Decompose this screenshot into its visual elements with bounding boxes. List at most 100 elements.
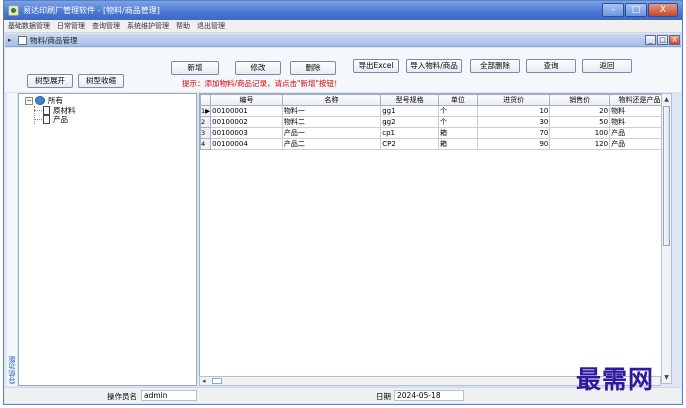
table-row[interactable]: 3 00100003 产品一 cp1 箱 70 100 产品 [200, 127, 670, 139]
child-arrow-icon: ▸ [8, 36, 12, 44]
document-icon [43, 115, 50, 124]
collapse-tree-button[interactable]: 树型收缩 [78, 74, 124, 88]
operator-label: 操作员名 [107, 392, 137, 401]
export-excel-button[interactable]: 导出Excel [353, 59, 399, 73]
child-restore-button[interactable]: □ [657, 35, 668, 45]
cell-spec[interactable]: gg1 [380, 105, 439, 117]
cell-sell-price[interactable]: 20 [549, 105, 611, 117]
query-button[interactable]: 查询 [526, 59, 576, 73]
cell-buy-price[interactable]: 30 [476, 116, 551, 128]
row-header[interactable]: 2 [200, 116, 212, 128]
document-icon [18, 35, 27, 45]
child-caption-buttons: _ □ X [645, 35, 680, 45]
child-window-title: 物料/商品管理 [30, 35, 78, 45]
cell-buy-price[interactable]: 90 [476, 138, 551, 150]
menu-system[interactable]: 系统维护管理 [127, 21, 169, 31]
edit-button[interactable]: 修改 [235, 61, 281, 75]
child-minimize-button[interactable]: _ [645, 35, 656, 45]
menu-basic-data[interactable]: 基础数据管理 [8, 21, 50, 31]
cell-sell-price[interactable]: 120 [549, 138, 611, 150]
cell-code[interactable]: 00100001 [210, 105, 283, 117]
column-header-spec[interactable]: 型号规格 [380, 94, 439, 106]
watermark-logo: 最需网 [576, 365, 655, 394]
maximize-button[interactable]: □ [625, 3, 647, 17]
folder-icon [35, 96, 45, 105]
operator-value: admin [141, 390, 197, 401]
cell-unit[interactable]: 箱 [438, 127, 478, 139]
cell-unit[interactable]: 个 [438, 105, 478, 117]
scroll-thumb[interactable] [212, 378, 222, 384]
cell-name[interactable]: 产品一 [281, 127, 382, 139]
row-header[interactable]: 4 [200, 138, 212, 150]
tree-node-label: 产品 [53, 115, 68, 124]
cell-unit[interactable]: 个 [438, 116, 478, 128]
toolbar: 树型展开 树型收缩 新增 修改 删除 导出Excel 导入物料/商品 全部删除 … [5, 48, 681, 92]
scroll-up-icon[interactable]: ▲ [663, 95, 670, 104]
cell-buy-price[interactable]: 10 [476, 105, 551, 117]
menu-bar: 基础数据管理 日常管理 查询管理 系统维护管理 帮助 退出管理 [4, 20, 682, 33]
tree-connector-line [34, 110, 42, 111]
scroll-left-icon[interactable]: ◂ [202, 377, 206, 385]
back-button[interactable]: 返回 [582, 59, 632, 73]
import-button[interactable]: 导入物料/商品 [406, 59, 462, 73]
grid-table: 编号 名称 型号规格 单位 进货价 销售价 物料还是产品 1▶ 00100001… [200, 94, 670, 150]
cell-code[interactable]: 00100002 [210, 116, 283, 128]
menu-exit[interactable]: 退出管理 [197, 21, 225, 31]
column-header-buy-price[interactable]: 进货价 [476, 94, 551, 106]
cell-code[interactable]: 00100003 [210, 127, 283, 139]
vertical-scrollbar[interactable]: ▲ ▼ [661, 93, 672, 384]
data-grid[interactable]: 编号 名称 型号规格 单位 进货价 销售价 物料还是产品 1▶ 00100001… [199, 93, 671, 384]
column-header-sell-price[interactable]: 销售价 [549, 94, 611, 106]
date-label: 日期 [376, 392, 391, 401]
delete-all-button[interactable]: 全部删除 [470, 59, 520, 73]
caption-buttons: – □ X [602, 3, 678, 17]
title-bar: 易达印刷厂管理软件 - [物料/商品管理] – □ X [4, 1, 682, 20]
column-header-name[interactable]: 名称 [281, 94, 382, 106]
menu-daily[interactable]: 日常管理 [57, 21, 85, 31]
cell-sell-price[interactable]: 100 [549, 127, 611, 139]
category-tree[interactable]: − 所有 原材料 产品 [18, 93, 197, 386]
row-header[interactable]: 1▶ [200, 105, 212, 117]
main-window: 易达印刷厂管理软件 - [物料/商品管理] – □ X 基础数据管理 日常管理 … [3, 0, 683, 405]
cell-spec[interactable]: gg2 [380, 116, 439, 128]
grid-header-row: 编号 名称 型号规格 单位 进货价 销售价 物料还是产品 [200, 94, 670, 106]
expand-tree-button[interactable]: 树型展开 [27, 74, 73, 88]
scroll-thumb[interactable] [663, 106, 670, 246]
cell-spec[interactable]: CP2 [380, 138, 439, 150]
date-value: 2024-05-18 [394, 390, 464, 401]
current-row-icon: ▶ [205, 107, 211, 115]
child-close-button[interactable]: X [669, 35, 680, 45]
window-title: 易达印刷厂管理软件 - [物料/商品管理] [23, 6, 160, 15]
side-tab-label: 导航功能 [8, 356, 16, 384]
tree-node-product[interactable]: 产品 [43, 114, 68, 125]
cell-code[interactable]: 00100004 [210, 138, 283, 150]
table-row[interactable]: 1▶ 00100001 物料一 gg1 个 10 20 物料 [200, 105, 670, 117]
cell-spec[interactable]: cp1 [380, 127, 439, 139]
menu-help[interactable]: 帮助 [176, 21, 190, 31]
table-row[interactable]: 2 00100002 物料二 gg2 个 30 50 物料 [200, 116, 670, 128]
tree-connector-line [34, 106, 35, 124]
menu-query[interactable]: 查询管理 [92, 21, 120, 31]
row-header[interactable]: 3 [200, 127, 212, 139]
column-header-unit[interactable]: 单位 [438, 94, 478, 106]
tree-connector-line [34, 119, 42, 120]
app-icon [8, 5, 19, 16]
delete-button[interactable]: 删除 [290, 61, 336, 75]
side-tab[interactable]: 导航功能 [7, 93, 17, 386]
cell-unit[interactable]: 箱 [438, 138, 478, 150]
cell-buy-price[interactable]: 70 [476, 127, 551, 139]
cell-name[interactable]: 物料二 [281, 116, 382, 128]
cell-name[interactable]: 物料一 [281, 105, 382, 117]
cell-name[interactable]: 产品二 [281, 138, 382, 150]
new-button[interactable]: 新增 [171, 61, 219, 75]
scroll-down-icon[interactable]: ▼ [663, 373, 670, 382]
row-header-corner [200, 94, 212, 106]
cell-sell-price[interactable]: 50 [549, 116, 611, 128]
child-window-bar: ▸ 物料/商品管理 _ □ X [5, 34, 681, 47]
hint-text: 提示：添加物料/商品记录，请点击"新增"按钮！ [182, 79, 342, 88]
close-button[interactable]: X [648, 3, 678, 17]
table-row[interactable]: 4 00100004 产品二 CP2 箱 90 120 产品 [200, 138, 670, 150]
column-header-code[interactable]: 编号 [210, 94, 283, 106]
collapse-icon[interactable]: − [25, 96, 33, 105]
minimize-button[interactable]: – [602, 3, 624, 17]
